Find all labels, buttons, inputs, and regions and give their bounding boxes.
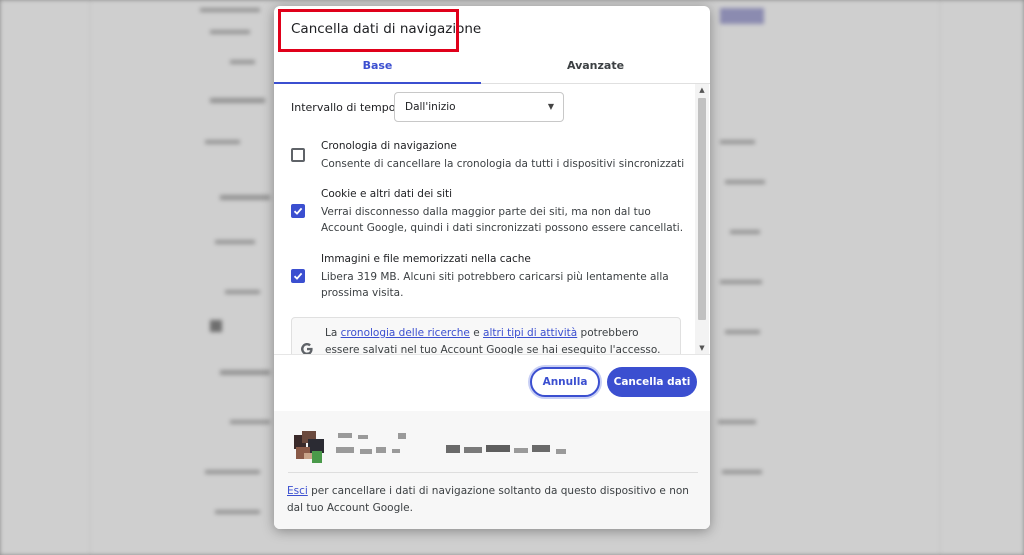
checkmark-icon — [293, 272, 303, 280]
account-divider — [288, 472, 698, 473]
chevron-down-icon: ▼ — [547, 102, 554, 111]
time-range-value: Dall'inizio — [405, 101, 456, 113]
checkbox-cached-images[interactable] — [291, 269, 305, 283]
option-title: Cronologia di navigazione — [321, 140, 457, 152]
option-title: Cookie e altri dati dei siti — [321, 188, 453, 200]
search-history-link[interactable]: cronologia delle ricerche — [341, 327, 470, 339]
clear-data-button[interactable]: Cancella dati — [607, 367, 697, 397]
info-text-prefix: La — [325, 327, 341, 339]
blurred-account-info — [336, 433, 566, 454]
time-range-select[interactable]: Dall'inizio ▼ — [394, 92, 564, 122]
scroll-down-icon[interactable]: ▼ — [695, 342, 709, 354]
tab-advanced-label: Avanzate — [566, 59, 625, 72]
google-g-icon — [301, 343, 313, 354]
other-activity-link[interactable]: altri tipi di attività — [483, 327, 577, 339]
tab-advanced[interactable]: Avanzate — [481, 50, 710, 83]
option-description: Libera 319 MB. Alcuni siti potrebbero ca… — [321, 271, 669, 299]
account-footer: Esci per cancellare i dati di navigazion… — [274, 411, 710, 529]
signout-note: Esci per cancellare i dati di navigazion… — [287, 483, 699, 517]
time-range-label: Intervallo di tempo — [291, 101, 396, 114]
tab-base-label: Base — [362, 59, 393, 72]
checkbox-browsing-history[interactable] — [291, 148, 305, 162]
option-title: Immagini e file memorizzati nella cache — [321, 253, 531, 265]
scroll-up-icon[interactable]: ▲ — [695, 84, 709, 96]
dialog-scroll-area[interactable]: Intervallo di tempo Dall'inizio ▼ Cronol… — [274, 84, 710, 354]
dialog-title: Cancella dati di navigazione — [291, 21, 482, 37]
signout-note-text: per cancellare i dati di navigazione sol… — [287, 485, 689, 514]
avatar — [294, 431, 324, 463]
clear-browsing-data-dialog: Cancella dati di navigazione Base Avanza… — [274, 6, 710, 529]
scrollbar[interactable]: ▲ ▼ — [695, 84, 709, 354]
info-text-middle: e — [469, 327, 484, 339]
tab-bar: Base Avanzate — [274, 50, 710, 84]
signout-link[interactable]: Esci — [287, 485, 308, 497]
cancel-button[interactable]: Annulla — [530, 367, 600, 397]
tab-base[interactable]: Base — [274, 50, 481, 84]
option-description: Verrai disconnesso dalla maggior parte d… — [321, 206, 684, 234]
checkmark-icon — [293, 207, 303, 215]
info-text: La cronologia delle ricerche e altri tip… — [325, 325, 675, 354]
google-account-info-box: La cronologia delle ricerche e altri tip… — [291, 317, 681, 354]
scrollbar-thumb[interactable] — [698, 98, 706, 320]
checkbox-cookies[interactable] — [291, 204, 305, 218]
option-description: Consente di cancellare la cronologia da … — [321, 158, 685, 170]
footer-divider — [274, 354, 710, 355]
